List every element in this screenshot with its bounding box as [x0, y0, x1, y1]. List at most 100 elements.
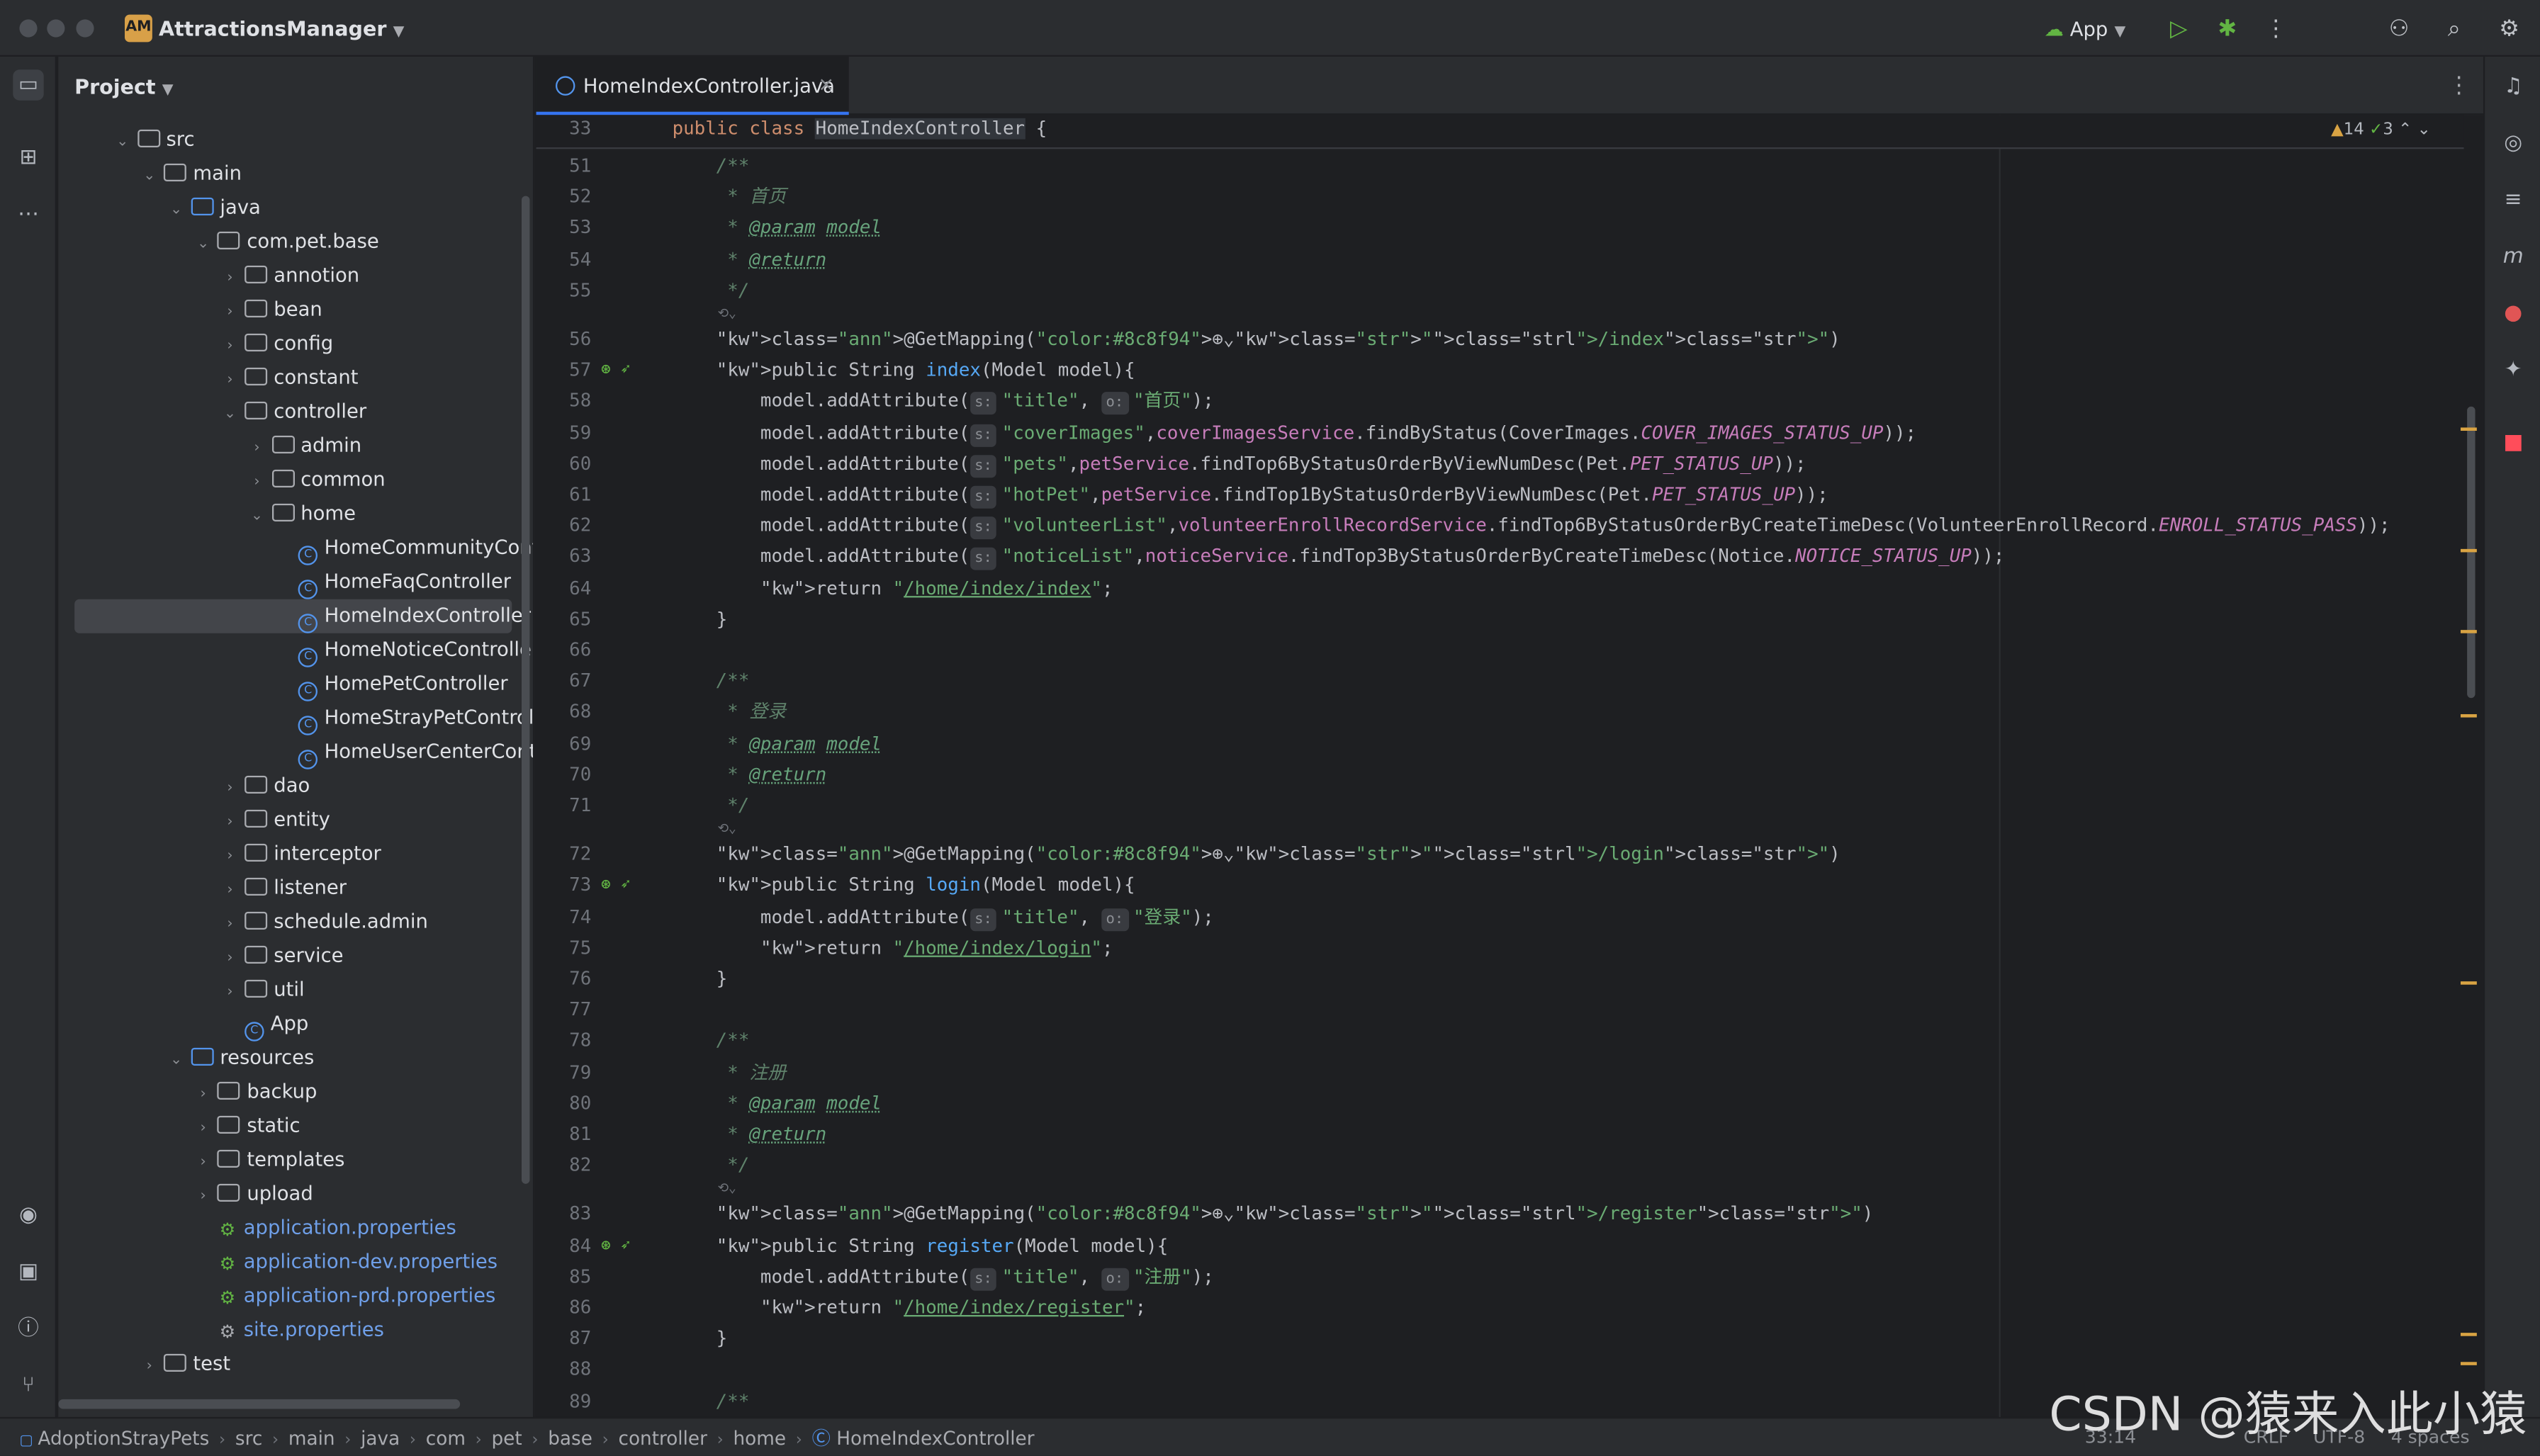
tree-item[interactable]: › listener [58, 871, 528, 905]
structure-icon[interactable]: ⊞ [13, 142, 43, 173]
code-line[interactable]: 79 * 注册 [536, 1057, 2464, 1088]
terminal-icon[interactable]: ▣ [13, 1257, 43, 1287]
next-highlight-icon[interactable]: ⌄ [2417, 121, 2431, 139]
code-line[interactable]: 87 } [536, 1324, 2464, 1355]
previous-highlight-icon[interactable]: ⌃ [2398, 121, 2412, 139]
inspections-widget[interactable]: ▲14 ✓3 ⌃ ⌄ [2331, 121, 2431, 139]
warning-marker[interactable] [2460, 630, 2477, 633]
tree-item[interactable]: › annotion [58, 259, 528, 293]
inlay-hint-row[interactable]: ⟲⌄ [536, 1181, 2464, 1199]
collapse-chevron-icon[interactable]: › [219, 942, 242, 976]
tree-item[interactable]: › static [58, 1110, 528, 1144]
tree-item[interactable]: › util [58, 974, 528, 1008]
plugin-bird-icon[interactable]: ● [2498, 298, 2529, 329]
tree-item[interactable]: C HomeStrayPetControlle [58, 701, 533, 735]
code-line[interactable]: 67 /** [536, 666, 2464, 697]
git-branch-icon[interactable]: ⑂ [13, 1370, 43, 1401]
breadcrumb-item[interactable]: src [235, 1427, 262, 1450]
code-line[interactable]: 83 "kw">class="ann">@GetMapping("color:#… [536, 1199, 2464, 1230]
code-line[interactable]: 57 ⊛ ➶ "kw">public String index(Model mod… [536, 355, 2464, 386]
code-line[interactable]: 55 */ [536, 275, 2464, 306]
endpoint-gutter-icon[interactable]: ⊛ ➶ [601, 355, 630, 385]
expand-chevron-icon[interactable]: ⌄ [165, 1044, 188, 1078]
collapse-chevron-icon[interactable]: › [219, 296, 242, 330]
code-line[interactable]: 63 model.addAttribute(s: "noticeList",not… [536, 541, 2464, 572]
collapse-chevron-icon[interactable]: › [219, 806, 242, 840]
problems-icon[interactable]: ⓘ [13, 1314, 43, 1344]
code-line[interactable]: 59 model.addAttribute(s: "coverImages",co… [536, 417, 2464, 448]
tree-item[interactable]: C App [58, 1008, 528, 1042]
collapse-chevron-icon[interactable]: › [219, 364, 242, 398]
code-line[interactable]: 82 */ [536, 1150, 2464, 1181]
tree-item[interactable]: › templates [58, 1144, 528, 1178]
tree-item[interactable]: ⌄ controller [58, 395, 528, 429]
code-line[interactable]: 56 "kw">class="ann">@GetMapping("color:#… [536, 324, 2464, 355]
collapse-chevron-icon[interactable]: › [219, 908, 242, 942]
expand-chevron-icon[interactable]: ⌄ [192, 228, 215, 262]
sticky-header-line[interactable]: 33 public class HomeIndexController { ▲1… [536, 115, 2464, 149]
minimize-window-button[interactable] [47, 19, 65, 38]
services-icon[interactable]: ◉ [13, 1200, 43, 1231]
tree-item[interactable]: ⚙ application-prd.properties [58, 1280, 528, 1314]
tree-scrollbar[interactable] [521, 196, 530, 1184]
tree-item[interactable]: › constant [58, 361, 528, 395]
project-panel-title[interactable]: Project ▼ [74, 74, 173, 98]
code-line[interactable]: 70 * @return [536, 760, 2464, 791]
tab-home-index-controller[interactable]: HomeIndexController.java × [536, 56, 849, 115]
warning-marker[interactable] [2460, 548, 2477, 553]
code-line[interactable]: 69 * @param model [536, 728, 2464, 760]
expand-chevron-icon[interactable]: ⌄ [165, 194, 188, 228]
tree-item[interactable]: › bean [58, 293, 528, 327]
tree-item[interactable]: C HomeUserCenterContr [58, 735, 533, 769]
code-editor[interactable]: 33 public class HomeIndexController { ▲1… [536, 115, 2483, 1417]
expand-chevron-icon[interactable]: ⌄ [138, 160, 161, 194]
tree-item[interactable]: C HomeFaqController [58, 565, 528, 599]
add-user-icon[interactable]: ⚇ [2385, 15, 2414, 44]
run-config-selector[interactable]: ☁ App ▼ [2045, 13, 2126, 45]
tree-item[interactable]: › common [58, 463, 528, 497]
code-line[interactable]: 66 [536, 635, 2464, 666]
code-line[interactable]: 71 */ [536, 790, 2464, 821]
project-selector[interactable]: AttractionsManager ▼ [159, 16, 404, 40]
code-line[interactable]: 65 } [536, 604, 2464, 635]
breadcrumb-item[interactable]: home [733, 1427, 786, 1450]
breadcrumb-item[interactable]: main [288, 1427, 335, 1450]
collapse-chevron-icon[interactable]: › [245, 466, 268, 500]
code-line[interactable]: 80 * @param model [536, 1088, 2464, 1119]
collapse-chevron-icon[interactable]: › [219, 262, 242, 296]
collapse-chevron-icon[interactable]: › [219, 330, 242, 364]
code-line[interactable]: 76 } [536, 964, 2464, 995]
code-line[interactable]: 85 model.addAttribute(s: "title", o: "注册")… [536, 1261, 2464, 1292]
tree-item[interactable]: ⌄ java [58, 191, 528, 225]
tree-item[interactable]: › schedule.admin [58, 905, 528, 939]
tree-item[interactable]: C HomePetController [58, 667, 528, 701]
tree-item[interactable]: › entity [58, 803, 528, 837]
breadcrumb-item[interactable]: base [548, 1427, 592, 1450]
debug-icon[interactable]: ✱ [2213, 15, 2242, 44]
code-line[interactable]: 74 model.addAttribute(s: "title", o: "登录")… [536, 901, 2464, 932]
breadcrumb-item[interactable]: controller [618, 1427, 707, 1450]
inlay-hint-row[interactable]: ⟲⌄ [536, 821, 2464, 839]
breadcrumb-item[interactable]: pet [491, 1427, 522, 1450]
code-line[interactable]: 84 ⊛ ➶ "kw">public String register(Model … [536, 1230, 2464, 1261]
tree-item[interactable]: ⌄ com.pet.base [58, 225, 528, 259]
collapse-chevron-icon[interactable]: › [192, 1112, 215, 1146]
gradle-icon[interactable]: ✦ [2498, 355, 2529, 385]
tree-item[interactable]: › interceptor [58, 837, 528, 871]
expand-chevron-icon[interactable]: ⌄ [111, 126, 134, 160]
code-line[interactable]: 60 model.addAttribute(s: "pets",petServic… [536, 448, 2464, 480]
collapse-chevron-icon[interactable]: › [245, 432, 268, 466]
ai-assistant-icon[interactable]: ◎ [2498, 128, 2529, 159]
tree-item[interactable]: › upload [58, 1178, 528, 1212]
collapse-chevron-icon[interactable]: › [192, 1146, 215, 1180]
notifications-bell-icon[interactable]: ♫ [2498, 72, 2529, 102]
project-folder-icon[interactable]: ▭ [13, 69, 44, 101]
tree-item[interactable]: › service [58, 939, 528, 974]
close-tab-icon[interactable]: × [818, 73, 834, 96]
breadcrumb-item[interactable]: HomeIndexController [836, 1427, 1034, 1450]
database-icon[interactable]: ≡ [2498, 185, 2529, 215]
tree-item[interactable]: C HomeCommunityContr [58, 531, 533, 565]
collapse-chevron-icon[interactable]: › [192, 1180, 215, 1214]
warning-marker[interactable] [2460, 713, 2477, 718]
code-line[interactable]: 81 * @return [536, 1119, 2464, 1150]
